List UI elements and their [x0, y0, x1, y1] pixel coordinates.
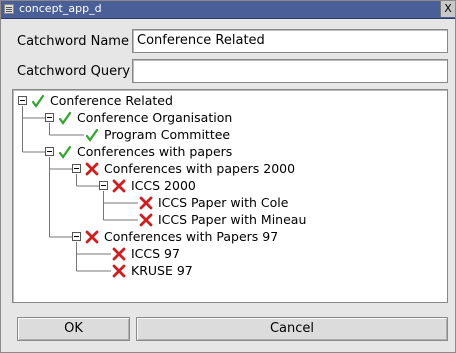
tree-node-label: ICCS 2000	[131, 178, 196, 193]
cross-icon	[112, 179, 126, 193]
tree-node[interactable]: Conferences with papers 2000	[13, 161, 443, 177]
tree-node[interactable]: ICCS Paper with Cole	[13, 195, 443, 211]
tree-node-label: Conferences with papers 2000	[104, 161, 296, 176]
tree-node-label: Conference Organisation	[77, 110, 233, 125]
collapse-icon[interactable]	[45, 147, 54, 156]
collapse-icon[interactable]	[72, 232, 81, 241]
cross-icon	[85, 162, 99, 176]
collapse-icon[interactable]	[99, 181, 108, 190]
window-menu-icon[interactable]	[4, 4, 14, 14]
tree-node[interactable]: ICCS 97	[13, 246, 443, 262]
tree-node-label: Conference Related	[50, 93, 173, 108]
cancel-button[interactable]: Cancel	[136, 317, 448, 341]
collapse-icon[interactable]	[45, 113, 54, 122]
checkmark-icon	[58, 111, 72, 125]
tree-node-label: ICCS 97	[131, 246, 180, 261]
window-title: concept_app_d	[19, 2, 102, 15]
tree-node[interactable]: Conference Organisation	[13, 110, 443, 126]
cross-icon	[139, 213, 153, 227]
cross-icon	[139, 196, 153, 210]
tree-node-label: ICCS Paper with Cole	[158, 195, 289, 210]
collapse-icon[interactable]	[18, 96, 27, 105]
cross-icon	[112, 247, 126, 261]
dialog-window: concept_app_d X Catchword Name Conferenc…	[0, 0, 456, 353]
catchword-query-field[interactable]	[132, 59, 448, 83]
tree-node-label: KRUSE 97	[131, 263, 193, 278]
tree-node-label: ICCS Paper with Mineau	[158, 212, 307, 227]
tree-node[interactable]: ICCS 2000	[13, 178, 443, 194]
tree-node[interactable]: KRUSE 97	[13, 263, 443, 279]
cross-icon	[85, 230, 99, 244]
catchword-name-field[interactable]: Conference Related	[132, 29, 448, 53]
checkmark-icon	[85, 128, 99, 142]
tree-node[interactable]: Conferences with Papers 97	[13, 229, 443, 245]
tree-node[interactable]: Conferences with papers	[13, 144, 443, 160]
ok-button[interactable]: OK	[17, 317, 130, 341]
tree-node-label: Conferences with Papers 97	[104, 229, 279, 244]
catchword-query-label: Catchword Query	[17, 64, 131, 79]
tree-node[interactable]: ICCS Paper with Mineau	[13, 212, 443, 228]
tree-node[interactable]: Program Committee	[13, 127, 443, 143]
tree-node-label: Program Committee	[104, 127, 231, 142]
tree-node-label: Conferences with papers	[77, 144, 233, 159]
catchword-tree[interactable]: Conference Related Conference Organisatio…	[12, 89, 448, 303]
close-icon[interactable]: X	[440, 1, 455, 17]
checkmark-icon	[31, 94, 45, 108]
collapse-icon[interactable]	[72, 164, 81, 173]
cross-icon	[112, 264, 126, 278]
tree-node[interactable]: Conference Related	[13, 93, 443, 109]
checkmark-icon	[58, 145, 72, 159]
catchword-name-label: Catchword Name	[17, 34, 129, 49]
title-bar[interactable]: concept_app_d X	[1, 1, 455, 19]
